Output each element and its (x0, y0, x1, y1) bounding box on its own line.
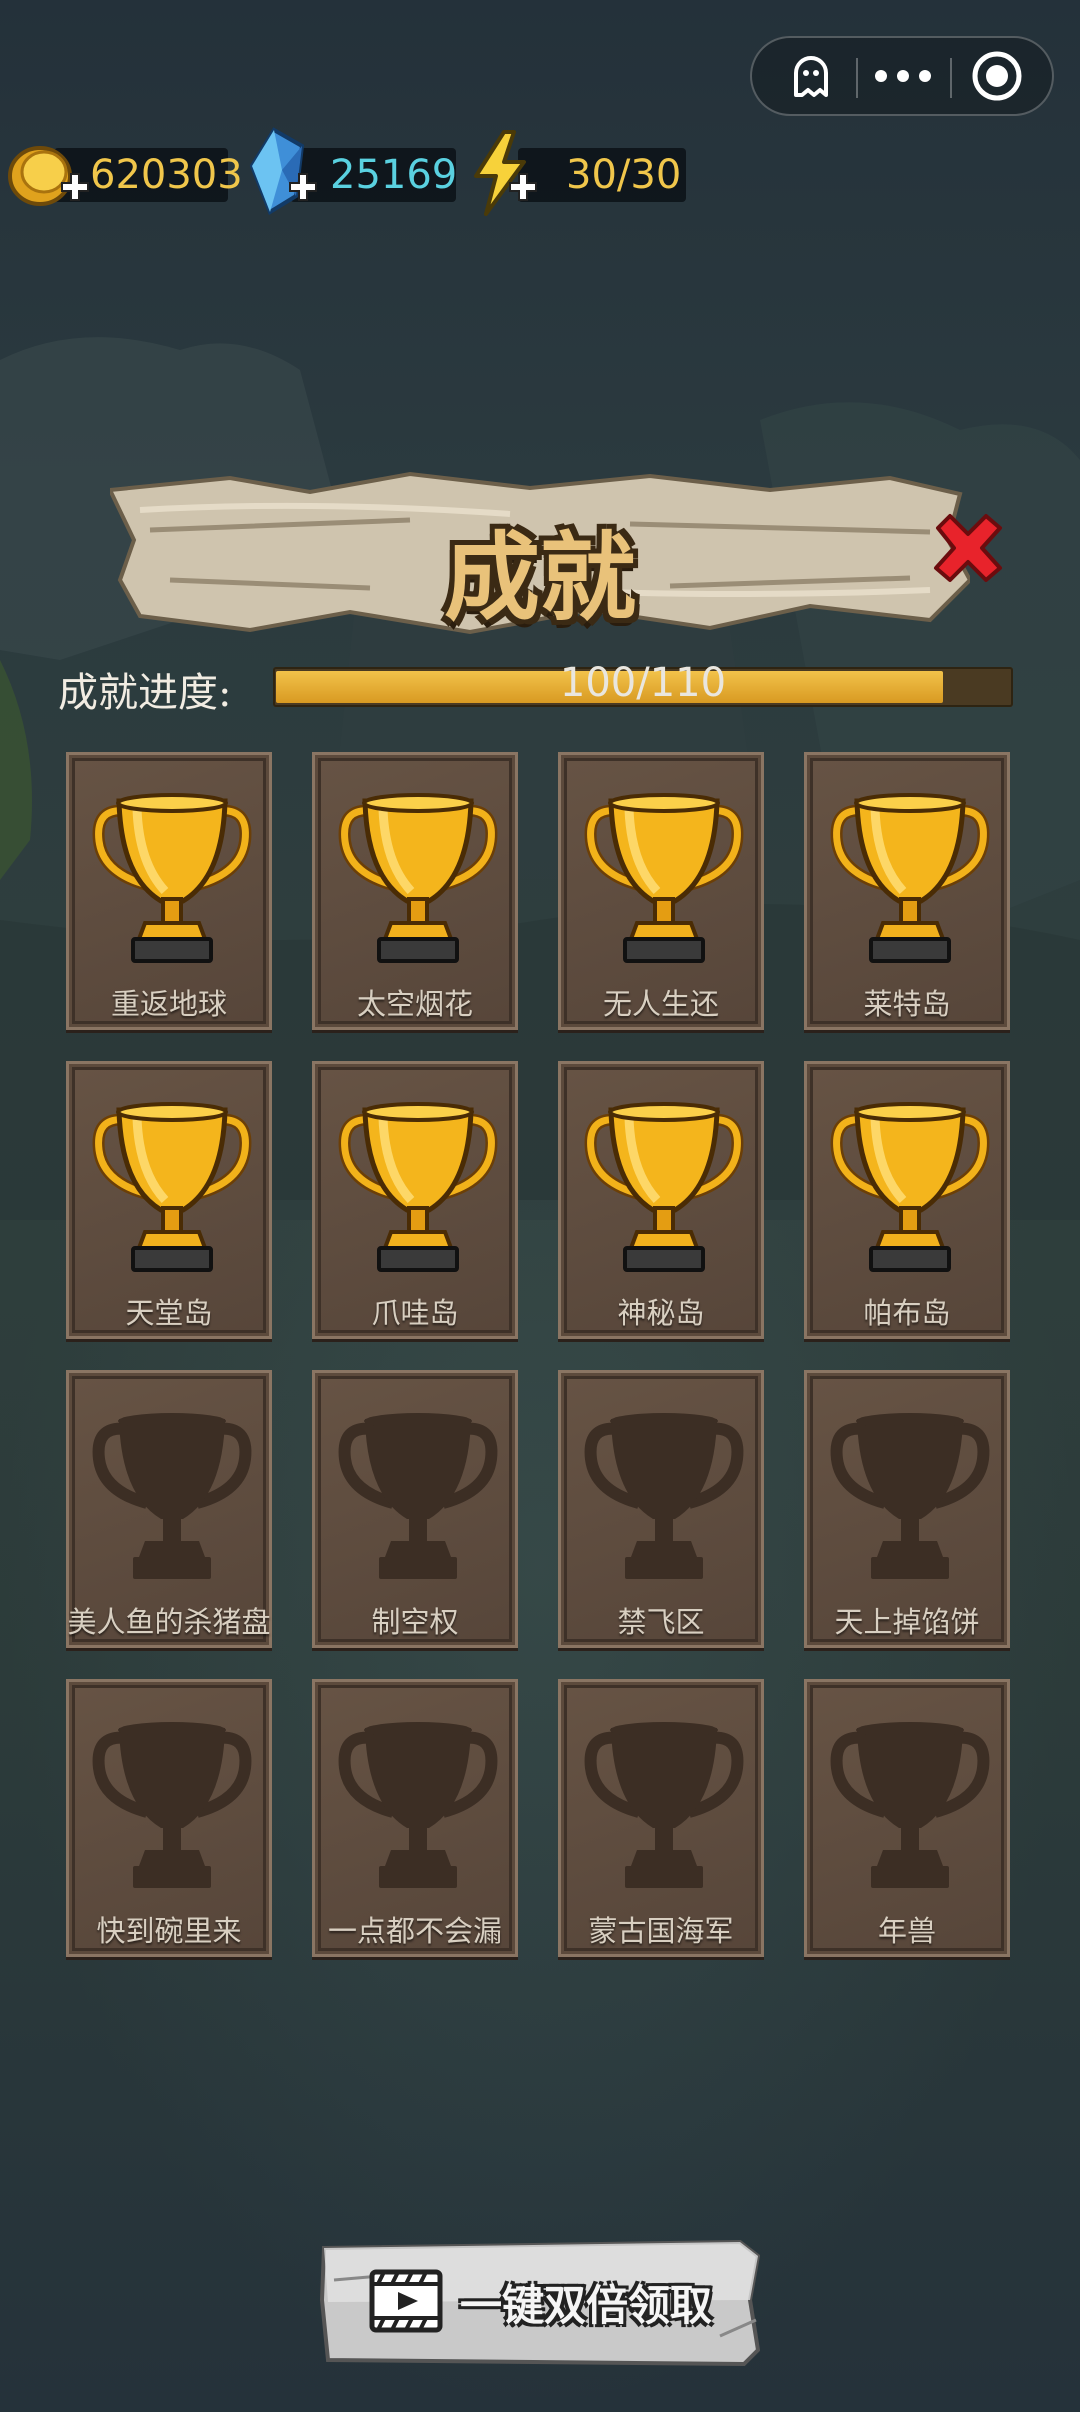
achievement-name: 帕布岛 (863, 1296, 951, 1330)
achievement-card[interactable]: 天堂岛 (66, 1061, 272, 1339)
locked-trophy-icon (830, 1413, 990, 1579)
achievement-name: 无人生还 (602, 987, 719, 1021)
achievement-name: 年兽 (877, 1914, 936, 1948)
achievement-name: 神秘岛 (617, 1296, 705, 1330)
locked-trophy-icon (92, 1722, 252, 1888)
achievement-name: 蒙古国海军 (588, 1914, 734, 1948)
achievement-card[interactable]: 帕布岛 (804, 1061, 1010, 1339)
achievement-name: 制空权 (371, 1605, 459, 1639)
achievement-card[interactable]: 重返地球 (66, 752, 272, 1030)
achievement-name: 天堂岛 (125, 1296, 213, 1330)
locked-trophy-icon (584, 1722, 744, 1888)
achievement-card[interactable]: 美人鱼的杀猪盘 (66, 1370, 272, 1648)
achievement-card[interactable]: 禁飞区 (558, 1370, 764, 1648)
gold-trophy-icon (338, 1102, 498, 1272)
crystal-value: 25169 (330, 152, 458, 198)
achievement-name: 禁飞区 (617, 1605, 705, 1639)
locked-trophy-icon (92, 1413, 252, 1579)
energy-plus-icon[interactable] (508, 172, 538, 202)
locked-trophy-icon (830, 1722, 990, 1888)
achievement-name: 太空烟花 (356, 987, 473, 1021)
gold-trophy-icon (830, 793, 990, 963)
achievement-card[interactable]: 莱特岛 (804, 752, 1010, 1030)
achievement-card[interactable]: 太空烟花 (312, 752, 518, 1030)
achievement-card[interactable]: 制空权 (312, 1370, 518, 1648)
achievement-card[interactable]: 爪哇岛 (312, 1061, 518, 1339)
gold-trophy-icon (338, 793, 498, 963)
gold-value: 620303 (90, 152, 243, 198)
progress-label: 成就进度: (58, 670, 232, 716)
achievement-name: 一点都不会漏 (327, 1914, 502, 1948)
locked-trophy-icon (338, 1722, 498, 1888)
more-dots-icon[interactable] (858, 46, 948, 106)
energy-resource[interactable]: 30/30 (468, 130, 686, 216)
achievement-name: 快到碗里来 (96, 1914, 242, 1948)
crystal-resource[interactable]: 25169 (244, 127, 458, 215)
achievement-card[interactable]: 无人生还 (558, 752, 764, 1030)
video-film-icon (369, 2269, 443, 2333)
gold-trophy-icon (584, 793, 744, 963)
mini-program-capsule (750, 36, 1054, 116)
gold-trophy-icon (830, 1102, 990, 1272)
gold-resource[interactable]: 620303 (4, 142, 243, 206)
close-icon[interactable] (930, 510, 1006, 586)
achievement-card[interactable]: 快到碗里来 (66, 1679, 272, 1957)
locked-trophy-icon (338, 1413, 498, 1579)
gold-trophy-icon (92, 1102, 252, 1272)
progress-text: 100/110 (559, 660, 727, 706)
achievement-card[interactable]: 一点都不会漏 (312, 1679, 518, 1957)
energy-value: 30/30 (566, 152, 682, 198)
achievement-card[interactable]: 神秘岛 (558, 1061, 764, 1339)
gold-trophy-icon (584, 1102, 744, 1272)
achievement-name: 重返地球 (110, 987, 227, 1021)
achievement-name: 美人鱼的杀猪盘 (67, 1605, 271, 1639)
gold-trophy-icon (92, 793, 252, 963)
double-claim-label: 一键双倍领取 (460, 2281, 713, 2330)
gold-plus-icon[interactable] (60, 172, 90, 202)
achievement-name: 天上掉馅饼 (834, 1605, 980, 1639)
achievement-card[interactable]: 天上掉馅饼 (804, 1370, 1010, 1648)
achievement-card[interactable]: 蒙古国海军 (558, 1679, 764, 1957)
page-title: 成就 (444, 521, 636, 634)
locked-trophy-icon (584, 1413, 744, 1579)
record-circle-icon[interactable] (952, 46, 1042, 106)
achievement-name: 莱特岛 (863, 987, 951, 1021)
achievement-card[interactable]: 年兽 (804, 1679, 1010, 1957)
achievement-name: 爪哇岛 (371, 1296, 459, 1330)
ghost-icon[interactable] (766, 46, 856, 106)
crystal-plus-icon[interactable] (288, 172, 318, 202)
blue-crystal-icon (249, 127, 305, 215)
